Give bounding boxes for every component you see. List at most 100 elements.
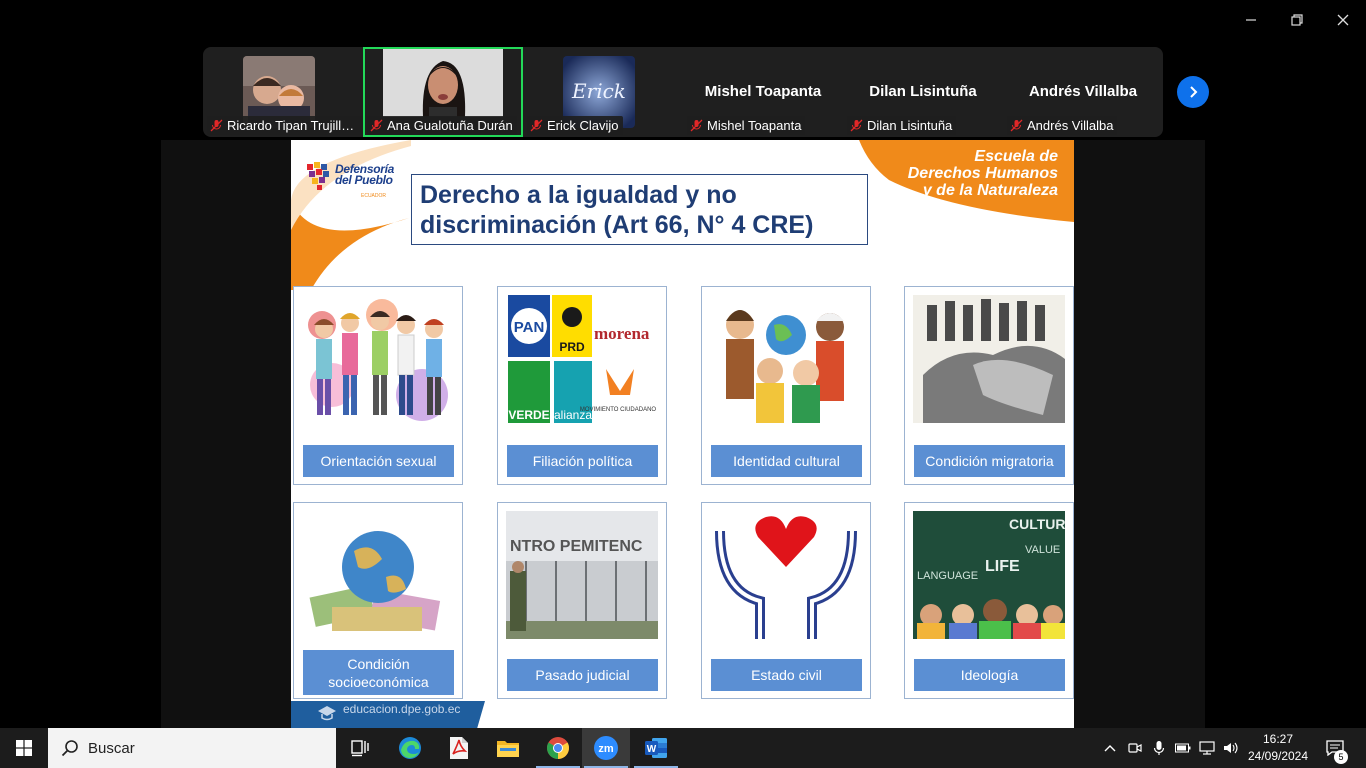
chevron-up-icon [1104, 745, 1116, 752]
search-icon [61, 740, 78, 757]
zoom-meeting-window: Ricardo Tipan Trujillo... Ana Gualotuña … [0, 0, 1366, 768]
task-view-button[interactable] [336, 728, 384, 768]
svg-text:LIFE: LIFE [985, 558, 1020, 575]
notification-center-button[interactable] [1318, 728, 1352, 768]
taskbar-edge[interactable] [386, 728, 434, 768]
window-controls [1228, 0, 1366, 40]
category-card-migratory-status: Condición migratoria [904, 286, 1074, 485]
pdf-icon [450, 737, 468, 759]
participant-name-label: Ana Gualotuña Durán [367, 116, 517, 135]
participant-name: Ana Gualotuña Durán [387, 118, 513, 133]
card-caption: Pasado judicial [507, 659, 658, 691]
participant-tile[interactable]: Dilan Lisintuña Dilan Lisintuña [843, 47, 1003, 137]
category-card-judicial-past: NTRO PEMITENC Pasado judicial [497, 502, 667, 699]
participant-name: Andrés Villalba [1027, 118, 1114, 133]
taskbar-acrobat[interactable] [435, 728, 483, 768]
muted-mic-icon [370, 119, 383, 132]
windows-logo-icon [16, 740, 32, 756]
svg-text:VERDE: VERDE [508, 408, 549, 422]
show-hidden-icons-button[interactable] [1100, 728, 1120, 768]
slide-title: Derecho a la igualdad y no discriminació… [411, 174, 868, 245]
next-participants-button[interactable] [1177, 76, 1209, 108]
svg-text:morena: morena [594, 324, 650, 343]
participant-tile[interactable]: Andrés Villalba Andrés Villalba [1003, 47, 1163, 137]
tray-meet-now[interactable] [1124, 728, 1146, 768]
edge-icon [399, 737, 421, 759]
word-icon: W [645, 738, 667, 758]
participant-name: Erick Clavijo [547, 118, 619, 133]
windows-taskbar: Buscar zm W 16:27 24/09/2024 5 [0, 728, 1366, 768]
minimize-icon [1246, 19, 1256, 21]
presentation-slide: Defensoría del Pueblo ECUADOR Escuela de… [291, 140, 1074, 728]
card-caption: Orientación sexual [303, 445, 454, 477]
start-button[interactable] [0, 728, 48, 768]
category-card-political-affiliation: PAN PRD morena VERDE alianza MOVIMIENTO … [497, 286, 667, 485]
search-placeholder: Buscar [88, 739, 135, 757]
muted-mic-icon [690, 119, 703, 132]
logo-text: Defensoría del Pueblo [335, 162, 395, 187]
close-button[interactable] [1320, 0, 1366, 40]
card-caption: Filiación política [507, 445, 658, 477]
microphone-icon [1153, 741, 1165, 755]
category-card-marital-status: Estado civil [701, 502, 871, 699]
participant-display-name: Mishel Toapanta [704, 83, 822, 100]
footer-url-banner: educacion.dpe.gob.ec [291, 701, 485, 728]
card-caption: Identidad cultural [711, 445, 862, 477]
globe-money-illustration [302, 511, 454, 639]
notification-count-badge: 5 [1334, 750, 1348, 764]
culture-words-illustration: CULTURE VALUE LIFE LANGUAGE [913, 511, 1065, 639]
participant-tile[interactable]: Erick Erick Clavijo [523, 47, 683, 137]
participant-tile-active-speaker[interactable]: Ana Gualotuña Durán [363, 47, 523, 137]
participant-tile[interactable]: Mishel Toapanta Mishel Toapanta [683, 47, 843, 137]
card-caption: Condición migratoria [914, 445, 1065, 477]
svg-text:zm: zm [598, 743, 614, 755]
participant-name: Ricardo Tipan Trujillo... [227, 118, 360, 133]
participant-display-name: Andrés Villalba [1028, 83, 1138, 100]
svg-text:LANGUAGE: LANGUAGE [917, 570, 978, 582]
taskbar-word[interactable]: W [632, 728, 680, 768]
taskbar-chrome[interactable] [534, 728, 582, 768]
svg-text:PRD: PRD [559, 340, 585, 354]
chrome-icon [547, 737, 569, 759]
chevron-right-icon [1190, 86, 1198, 98]
participant-strip: Ricardo Tipan Trujillo... Ana Gualotuña … [203, 47, 1163, 137]
card-caption: Estado civil [711, 659, 862, 691]
svg-text:CULTURE: CULTURE [1009, 516, 1065, 532]
tray-network[interactable] [1196, 728, 1218, 768]
svg-text:MOVIMIENTO CIUDADANO: MOVIMIENTO CIUDADANO [580, 407, 657, 413]
taskbar-file-explorer[interactable] [484, 728, 532, 768]
children-globe-illustration [710, 295, 862, 423]
taskbar-search-box[interactable]: Buscar [48, 728, 336, 768]
participant-name-label: Andrés Villalba [1007, 116, 1118, 135]
prison-photo: NTRO PEMITENC [506, 511, 658, 639]
muted-mic-icon [530, 119, 543, 132]
network-icon [1199, 741, 1215, 755]
muted-mic-icon [1010, 119, 1023, 132]
svg-text:Erick: Erick [571, 79, 626, 103]
footer-url: educacion.dpe.gob.ec [343, 702, 461, 716]
task-view-icon [351, 740, 369, 757]
minimize-button[interactable] [1228, 0, 1274, 40]
taskbar-clock[interactable]: 16:27 24/09/2024 [1242, 731, 1314, 765]
category-card-sexual-orientation: Orientación sexual [293, 286, 463, 485]
education-cap-icon [318, 706, 336, 721]
speaker-icon [1224, 742, 1238, 754]
participant-video [383, 49, 503, 117]
migrants-map-illustration [913, 295, 1065, 423]
political-parties-logos: PAN PRD morena VERDE alianza MOVIMIENTO … [506, 295, 658, 423]
participant-tile[interactable]: Ricardo Tipan Trujillo... [203, 47, 363, 137]
card-caption: Ideología [914, 659, 1065, 691]
participant-name: Dilan Lisintuña [867, 118, 953, 133]
restore-icon [1291, 14, 1303, 26]
tray-microphone[interactable] [1148, 728, 1170, 768]
muted-mic-icon [210, 119, 223, 132]
logo-country: ECUADOR [361, 193, 387, 199]
taskbar-zoom[interactable]: zm [582, 728, 630, 768]
svg-text:W: W [647, 744, 657, 755]
heart-illustration [710, 511, 862, 639]
tray-volume[interactable] [1220, 728, 1242, 768]
participant-display-name: Dilan Lisintuña [869, 83, 977, 100]
folder-icon [497, 741, 519, 757]
restore-button[interactable] [1274, 0, 1320, 40]
tray-battery[interactable] [1172, 728, 1194, 768]
